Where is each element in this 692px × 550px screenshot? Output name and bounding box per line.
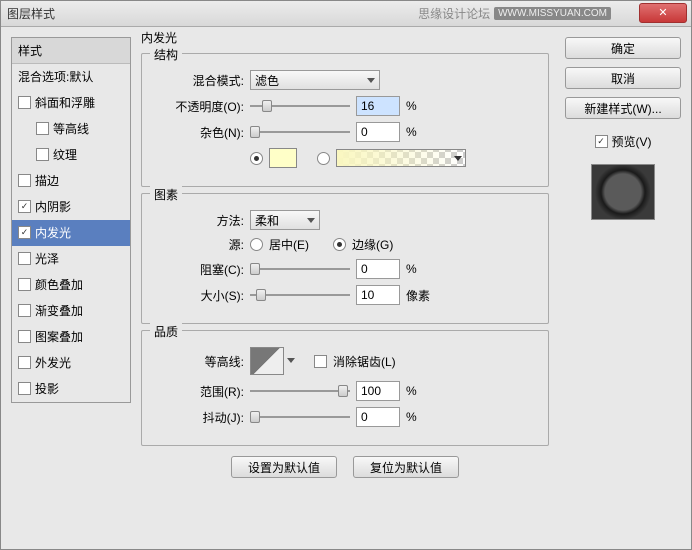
style-item-satin[interactable]: 光泽	[12, 246, 130, 272]
opacity-slider[interactable]	[250, 99, 350, 113]
styles-sidebar: 样式 混合选项:默认 斜面和浮雕 等高线 纹理 描边 内阴影 内发光 光泽 颜色…	[11, 37, 131, 539]
style-item-drop-shadow[interactable]: 投影	[12, 376, 130, 402]
style-item-pattern-overlay[interactable]: 图案叠加	[12, 324, 130, 350]
checkbox[interactable]	[18, 382, 31, 395]
new-style-button[interactable]: 新建样式(W)...	[565, 97, 681, 119]
ok-button[interactable]: 确定	[565, 37, 681, 59]
jitter-slider[interactable]	[250, 410, 350, 424]
set-default-button[interactable]: 设置为默认值	[231, 456, 337, 478]
size-slider[interactable]	[250, 288, 350, 302]
gradient-picker[interactable]	[336, 149, 466, 167]
noise-input[interactable]	[356, 122, 400, 142]
noise-slider[interactable]	[250, 125, 350, 139]
style-item-contour[interactable]: 等高线	[12, 116, 130, 142]
checkbox[interactable]	[18, 356, 31, 369]
actions-column: 确定 取消 新建样式(W)... 预览(V)	[565, 37, 681, 539]
checkbox[interactable]	[18, 252, 31, 265]
group-elements: 图素 方法: 柔和 源: 居中(E) 边缘(G) 阻塞(C):	[141, 193, 549, 324]
group-structure: 结构 混合模式: 滤色 不透明度(O): % 杂色(N):	[141, 53, 549, 187]
contour-picker[interactable]	[250, 347, 284, 375]
style-item-bevel[interactable]: 斜面和浮雕	[12, 90, 130, 116]
blend-options-item[interactable]: 混合选项:默认	[12, 64, 130, 90]
layer-style-dialog: 图层样式 思缘设计论坛 WWW.MISSYUAN.COM 样式 混合选项:默认 …	[0, 0, 692, 550]
style-item-inner-shadow[interactable]: 内阴影	[12, 194, 130, 220]
style-item-gradient-overlay[interactable]: 渐变叠加	[12, 298, 130, 324]
checkbox[interactable]	[18, 226, 31, 239]
checkbox[interactable]	[18, 304, 31, 317]
style-item-outer-glow[interactable]: 外发光	[12, 350, 130, 376]
range-slider[interactable]	[250, 384, 350, 398]
checkbox[interactable]	[18, 96, 31, 109]
style-item-stroke[interactable]: 描边	[12, 168, 130, 194]
choke-slider[interactable]	[250, 262, 350, 276]
preview-checkbox[interactable]	[595, 135, 608, 148]
checkbox[interactable]	[18, 174, 31, 187]
reset-default-button[interactable]: 复位为默认值	[353, 456, 459, 478]
technique-select[interactable]: 柔和	[250, 210, 320, 230]
choke-input[interactable]	[356, 259, 400, 279]
close-button[interactable]	[639, 3, 687, 23]
watermark: 思缘设计论坛 WWW.MISSYUAN.COM	[418, 5, 611, 22]
cancel-button[interactable]: 取消	[565, 67, 681, 89]
style-item-texture[interactable]: 纹理	[12, 142, 130, 168]
color-radio-gradient[interactable]	[317, 152, 330, 165]
checkbox[interactable]	[36, 148, 49, 161]
source-edge-radio[interactable]	[333, 238, 346, 251]
checkbox[interactable]	[18, 278, 31, 291]
settings-panel: 内发光 结构 混合模式: 滤色 不透明度(O): % 杂色(N):	[141, 37, 555, 539]
checkbox[interactable]	[36, 122, 49, 135]
sidebar-header: 样式	[12, 38, 130, 64]
range-input[interactable]	[356, 381, 400, 401]
preview-thumbnail	[591, 164, 655, 220]
antialias-checkbox[interactable]	[314, 355, 327, 368]
color-radio-solid[interactable]	[250, 152, 263, 165]
style-item-inner-glow[interactable]: 内发光	[12, 220, 130, 246]
opacity-input[interactable]	[356, 96, 400, 116]
jitter-input[interactable]	[356, 407, 400, 427]
titlebar: 图层样式 思缘设计论坛 WWW.MISSYUAN.COM	[1, 1, 691, 27]
checkbox[interactable]	[18, 330, 31, 343]
panel-title: 内发光	[141, 29, 177, 46]
color-swatch[interactable]	[269, 148, 297, 168]
style-item-color-overlay[interactable]: 颜色叠加	[12, 272, 130, 298]
group-quality: 品质 等高线: 消除锯齿(L) 范围(R): %	[141, 330, 549, 446]
checkbox[interactable]	[18, 200, 31, 213]
source-center-radio[interactable]	[250, 238, 263, 251]
size-input[interactable]	[356, 285, 400, 305]
blend-mode-select[interactable]: 滤色	[250, 70, 380, 90]
